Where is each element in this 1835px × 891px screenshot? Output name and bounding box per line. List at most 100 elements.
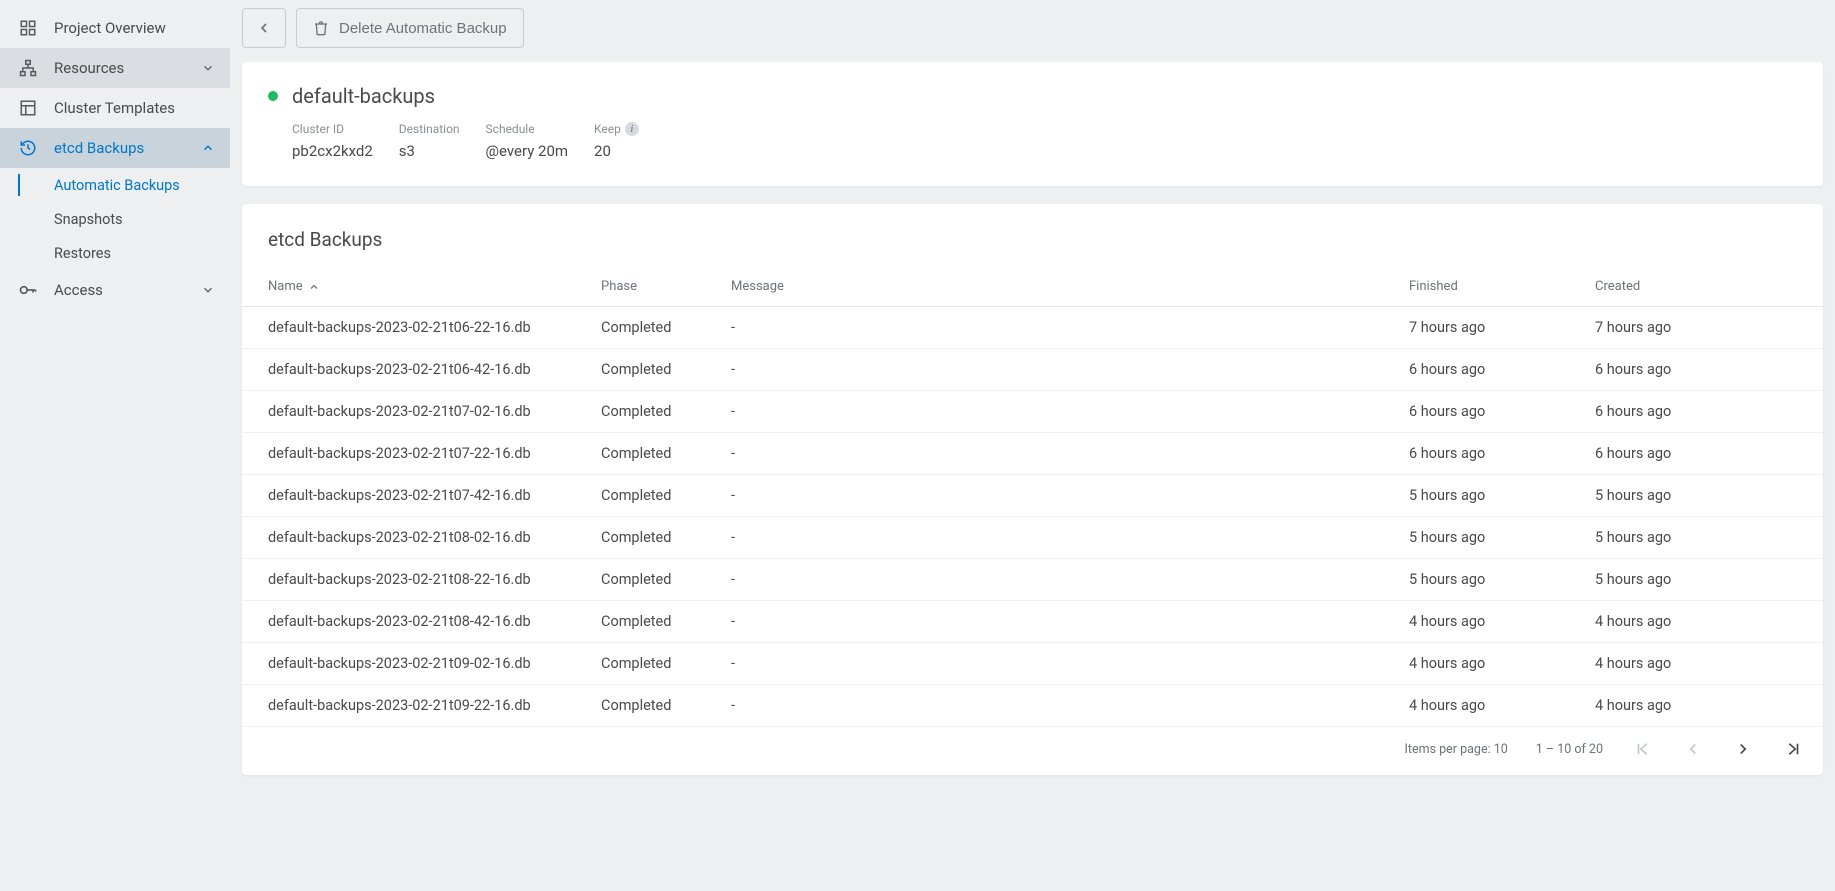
table-row[interactable]: default-backups-2023-02-21t08-22-16.dbCo…: [242, 559, 1823, 601]
col-label: Message: [731, 279, 784, 294]
meta-keep: Keep i 20: [594, 122, 639, 160]
table-row[interactable]: default-backups-2023-02-21t06-42-16.dbCo…: [242, 349, 1823, 391]
col-header-created[interactable]: Created: [1583, 269, 1823, 307]
table-row[interactable]: default-backups-2023-02-21t08-02-16.dbCo…: [242, 517, 1823, 559]
toolbar: Delete Automatic Backup: [242, 8, 1823, 48]
meta-value: 20: [594, 142, 639, 160]
nav-label: Cluster Templates: [54, 99, 216, 117]
cell-phase: Completed: [589, 685, 719, 727]
cell-message: -: [719, 601, 1397, 643]
first-page-button[interactable]: [1631, 737, 1655, 761]
col-header-phase[interactable]: Phase: [589, 269, 719, 307]
sort-asc-icon: [308, 281, 320, 293]
grid-icon: [18, 18, 38, 38]
cell-phase: Completed: [589, 475, 719, 517]
nav-resources[interactable]: Resources: [0, 48, 230, 88]
table-row[interactable]: default-backups-2023-02-21t08-42-16.dbCo…: [242, 601, 1823, 643]
backup-header-card: default-backups Cluster ID pb2cx2kxd2 De…: [242, 62, 1823, 186]
last-page-icon: [1784, 740, 1802, 758]
col-header-finished[interactable]: Finished: [1397, 269, 1583, 307]
cell-finished: 7 hours ago: [1397, 307, 1583, 349]
cell-name: default-backups-2023-02-21t08-22-16.db: [242, 559, 589, 601]
meta-value: @every 20m: [486, 142, 569, 160]
table-row[interactable]: default-backups-2023-02-21t07-22-16.dbCo…: [242, 433, 1823, 475]
info-icon[interactable]: i: [625, 122, 639, 136]
cell-created: 5 hours ago: [1583, 475, 1823, 517]
pagination: Items per page: 10 1 – 10 of 20: [242, 727, 1823, 775]
items-per-page-value: 10: [1494, 742, 1508, 757]
cell-name: default-backups-2023-02-21t07-22-16.db: [242, 433, 589, 475]
table-row[interactable]: default-backups-2023-02-21t07-42-16.dbCo…: [242, 475, 1823, 517]
cell-created: 5 hours ago: [1583, 559, 1823, 601]
cell-created: 6 hours ago: [1583, 433, 1823, 475]
meta-schedule: Schedule @every 20m: [486, 122, 569, 160]
cell-created: 4 hours ago: [1583, 685, 1823, 727]
cell-phase: Completed: [589, 643, 719, 685]
cell-message: -: [719, 475, 1397, 517]
cell-phase: Completed: [589, 349, 719, 391]
cell-phase: Completed: [589, 391, 719, 433]
cell-finished: 6 hours ago: [1397, 391, 1583, 433]
next-page-button[interactable]: [1731, 737, 1755, 761]
cell-finished: 4 hours ago: [1397, 643, 1583, 685]
table-title: etcd Backups: [242, 228, 1823, 269]
chevron-up-icon: [200, 140, 216, 156]
status-dot-icon: [268, 91, 278, 101]
meta-label-text: Keep: [594, 122, 621, 136]
cell-finished: 6 hours ago: [1397, 349, 1583, 391]
meta-value: pb2cx2kxd2: [292, 142, 373, 160]
cell-name: default-backups-2023-02-21t07-42-16.db: [242, 475, 589, 517]
meta-label: Keep i: [594, 122, 639, 136]
nav-project-overview[interactable]: Project Overview: [0, 8, 230, 48]
cell-created: 4 hours ago: [1583, 643, 1823, 685]
table-row[interactable]: default-backups-2023-02-21t07-02-16.dbCo…: [242, 391, 1823, 433]
nav-label: etcd Backups: [54, 139, 200, 157]
history-icon: [18, 138, 38, 158]
table-row[interactable]: default-backups-2023-02-21t06-22-16.dbCo…: [242, 307, 1823, 349]
cell-message: -: [719, 349, 1397, 391]
page-buttons: [1631, 737, 1805, 761]
prev-page-button[interactable]: [1681, 737, 1705, 761]
cell-phase: Completed: [589, 433, 719, 475]
first-page-icon: [1634, 740, 1652, 758]
cell-finished: 4 hours ago: [1397, 685, 1583, 727]
cell-created: 6 hours ago: [1583, 391, 1823, 433]
title-row: default-backups: [268, 84, 1797, 108]
nav-label: Access: [54, 281, 200, 299]
subnav-automatic-backups[interactable]: Automatic Backups: [0, 168, 230, 202]
subnav-restores[interactable]: Restores: [0, 236, 230, 270]
back-button[interactable]: [242, 8, 286, 48]
col-label: Phase: [601, 279, 637, 294]
page-title: default-backups: [292, 84, 435, 108]
etcd-subnav: Automatic Backups Snapshots Restores: [0, 168, 230, 270]
cell-message: -: [719, 433, 1397, 475]
page-range: 1 – 10 of 20: [1536, 742, 1603, 757]
cell-message: -: [719, 643, 1397, 685]
col-header-message[interactable]: Message: [719, 269, 1397, 307]
items-per-page[interactable]: Items per page: 10: [1405, 742, 1508, 757]
table-row[interactable]: default-backups-2023-02-21t09-02-16.dbCo…: [242, 643, 1823, 685]
col-header-name[interactable]: Name: [242, 269, 589, 307]
cell-created: 6 hours ago: [1583, 349, 1823, 391]
cell-finished: 5 hours ago: [1397, 517, 1583, 559]
cell-message: -: [719, 307, 1397, 349]
delete-backup-button[interactable]: Delete Automatic Backup: [296, 8, 524, 48]
cell-message: -: [719, 685, 1397, 727]
backups-table-card: etcd Backups Name Phase Message Finished…: [242, 204, 1823, 775]
key-icon: [18, 280, 38, 300]
cell-phase: Completed: [589, 517, 719, 559]
cell-created: 4 hours ago: [1583, 601, 1823, 643]
table-row[interactable]: default-backups-2023-02-21t09-22-16.dbCo…: [242, 685, 1823, 727]
nav-access[interactable]: Access: [0, 270, 230, 310]
col-label: Created: [1595, 279, 1640, 294]
nav-etcd-backups[interactable]: etcd Backups: [0, 128, 230, 168]
chevron-right-icon: [1734, 740, 1752, 758]
nav-label: Resources: [54, 59, 200, 77]
meta-cluster-id: Cluster ID pb2cx2kxd2: [292, 122, 373, 160]
meta-label: Cluster ID: [292, 122, 373, 136]
cell-name: default-backups-2023-02-21t07-02-16.db: [242, 391, 589, 433]
nav-cluster-templates[interactable]: Cluster Templates: [0, 88, 230, 128]
last-page-button[interactable]: [1781, 737, 1805, 761]
subnav-snapshots[interactable]: Snapshots: [0, 202, 230, 236]
meta-value: s3: [399, 142, 460, 160]
